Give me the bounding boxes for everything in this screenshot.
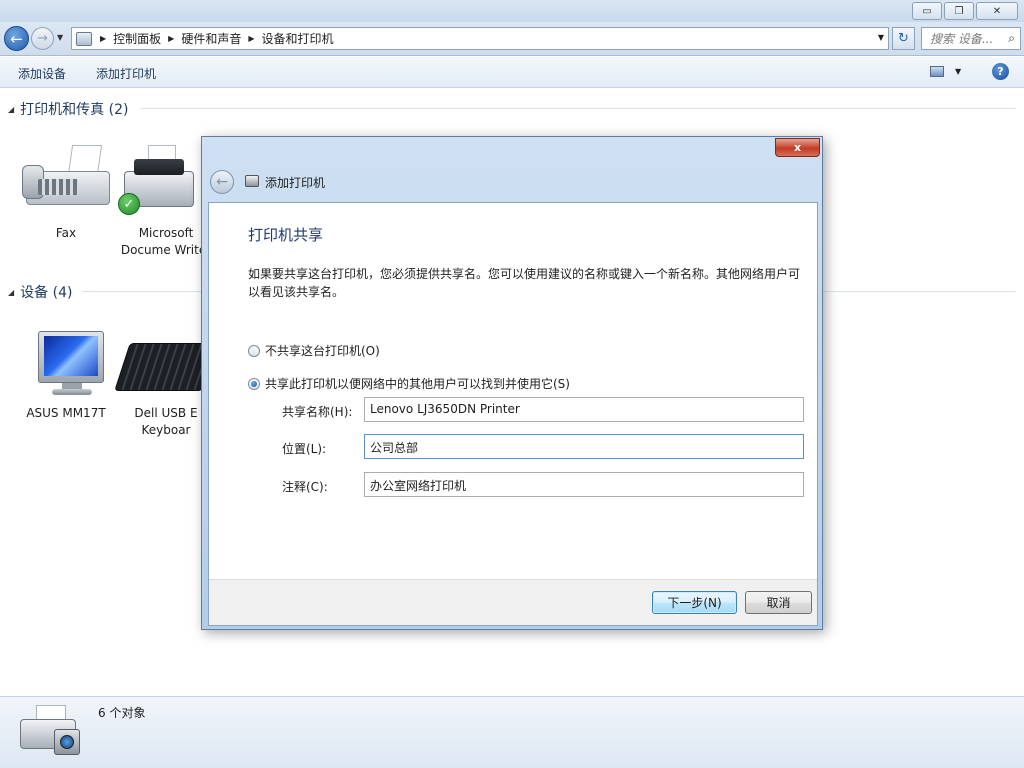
share-name-label: 共享名称(H): [282, 405, 353, 419]
arrow-left-icon: ← [10, 29, 23, 48]
close-button[interactable]: ✕ [976, 2, 1018, 20]
window-controls: ▭ ❐ ✕ [912, 2, 1018, 20]
restore-icon: ❐ [954, 5, 964, 17]
address-dropdown-icon[interactable]: ▼ [878, 33, 884, 42]
search-input[interactable]: 搜索 设备... ⌕ [921, 27, 1021, 50]
group-printers-title: 打印机和传真 (2) [20, 102, 129, 118]
chevron-right-icon[interactable]: ▶ [248, 34, 254, 43]
devices-printers-icon [16, 703, 82, 761]
dialog-content: 打印机共享 如果要共享这台打印机，您必须提供共享名。您可以使用建议的名称或键入一… [208, 202, 818, 626]
group-devices-header[interactable]: ◢ 设备 (4) [8, 282, 72, 302]
dialog-back-button[interactable]: ← [210, 170, 234, 194]
change-view-icon[interactable] [930, 66, 944, 77]
no-share-option[interactable]: 不共享这台打印机(O) [248, 342, 380, 359]
back-button[interactable]: ← [4, 26, 29, 51]
navigation-bar: ← → ▼ ▶ 控制面板 ▶ 硬件和声音 ▶ 设备和打印机 ▼ ↻ 搜索 设备.… [0, 22, 1024, 56]
minimize-icon: ▭ [922, 5, 932, 17]
control-panel-icon [76, 31, 92, 46]
object-count: 6 个对象 [98, 706, 146, 720]
monitor-icon [18, 325, 114, 403]
share-radio[interactable] [248, 377, 260, 390]
device-xps-writer[interactable]: ✓ Microsoft Docume Writer [118, 145, 214, 259]
comment-field[interactable]: 办公室网络打印机 [364, 472, 804, 497]
printer-icon: ✓ [118, 145, 214, 223]
device-fax[interactable]: Fax [18, 145, 114, 242]
group-divider [140, 108, 1016, 109]
dialog-title: 添加打印机 [265, 176, 326, 190]
device-label: Microsoft Docume Writer [120, 226, 212, 257]
default-printer-check-icon: ✓ [118, 193, 140, 215]
page-title: 打印机共享 [248, 226, 324, 244]
add-device-button[interactable]: 添加设备 [18, 65, 66, 82]
recent-pages-dropdown[interactable]: ▼ [57, 33, 63, 42]
no-share-label[interactable]: 不共享这台打印机(O) [265, 342, 380, 359]
refresh-icon: ↻ [898, 31, 909, 46]
arrow-left-icon: ← [216, 174, 228, 190]
keyboard-icon [114, 325, 218, 403]
window-titlebar: ▭ ❐ ✕ [0, 0, 1024, 22]
location-label: 位置(L): [282, 442, 327, 456]
collapse-icon[interactable]: ◢ [8, 105, 14, 114]
fax-icon [18, 145, 114, 223]
device-monitor[interactable]: ASUS MM17T [18, 325, 114, 422]
breadcrumb-control-panel[interactable]: 控制面板 [113, 30, 161, 47]
sharing-description: 如果要共享这台打印机，您必须提供共享名。您可以使用建议的名称或键入一个新名称。其… [248, 267, 801, 299]
dialog-close-button[interactable]: x [775, 138, 820, 157]
address-bar[interactable]: ▶ 控制面板 ▶ 硬件和声音 ▶ 设备和打印机 ▼ [71, 27, 889, 50]
breadcrumb-devices-printers[interactable]: 设备和打印机 [262, 30, 334, 47]
cancel-button[interactable]: 取消 [745, 591, 812, 614]
device-label: Dell USB E Keyboar [134, 406, 198, 437]
add-printer-button[interactable]: 添加打印机 [96, 65, 156, 82]
view-options-dropdown[interactable]: ▼ [955, 67, 961, 76]
breadcrumb-hardware-sound[interactable]: 硬件和声音 [181, 30, 241, 47]
minimize-button[interactable]: ▭ [912, 2, 942, 20]
next-button[interactable]: 下一步(N) [652, 591, 737, 614]
maximize-button[interactable]: ❐ [944, 2, 974, 20]
close-icon: ✕ [992, 5, 1002, 17]
group-devices-title: 设备 (4) [20, 285, 73, 301]
close-icon: x [793, 141, 802, 154]
command-bar: 添加设备 添加打印机 ▼ ? [0, 57, 1024, 88]
dialog-footer: 下一步(N) 取消 [209, 579, 817, 625]
group-printers-header[interactable]: ◢ 打印机和传真 (2) [8, 99, 128, 119]
help-icon[interactable]: ? [992, 63, 1009, 80]
collapse-icon[interactable]: ◢ [8, 288, 14, 297]
refresh-button[interactable]: ↻ [892, 27, 915, 50]
device-label: Fax [55, 226, 77, 240]
add-printer-dialog: x ← 添加打印机 打印机共享 如果要共享这台打印机，您必须提供共享名。您可以使… [201, 136, 823, 630]
chevron-right-icon[interactable]: ▶ [168, 34, 174, 43]
share-label[interactable]: 共享此打印机以便网络中的其他用户可以找到并使用它(S) [265, 375, 570, 392]
search-icon[interactable]: ⌕ [1008, 31, 1015, 46]
location-field[interactable]: 公司总部 [364, 434, 804, 459]
arrow-right-icon: → [37, 31, 48, 46]
printer-icon [245, 175, 259, 187]
share-option[interactable]: 共享此打印机以便网络中的其他用户可以找到并使用它(S) [248, 375, 570, 392]
details-pane: 6 个对象 [0, 696, 1024, 768]
chevron-right-icon[interactable]: ▶ [100, 34, 106, 43]
search-placeholder: 搜索 设备... [930, 32, 994, 46]
no-share-radio[interactable] [248, 344, 260, 357]
comment-label: 注释(C): [282, 480, 328, 494]
device-keyboard[interactable]: Dell USB E Keyboar [114, 325, 218, 439]
device-label: ASUS MM17T [26, 406, 106, 420]
share-name-field[interactable]: Lenovo LJ3650DN Printer [364, 397, 804, 422]
forward-button[interactable]: → [31, 27, 54, 50]
